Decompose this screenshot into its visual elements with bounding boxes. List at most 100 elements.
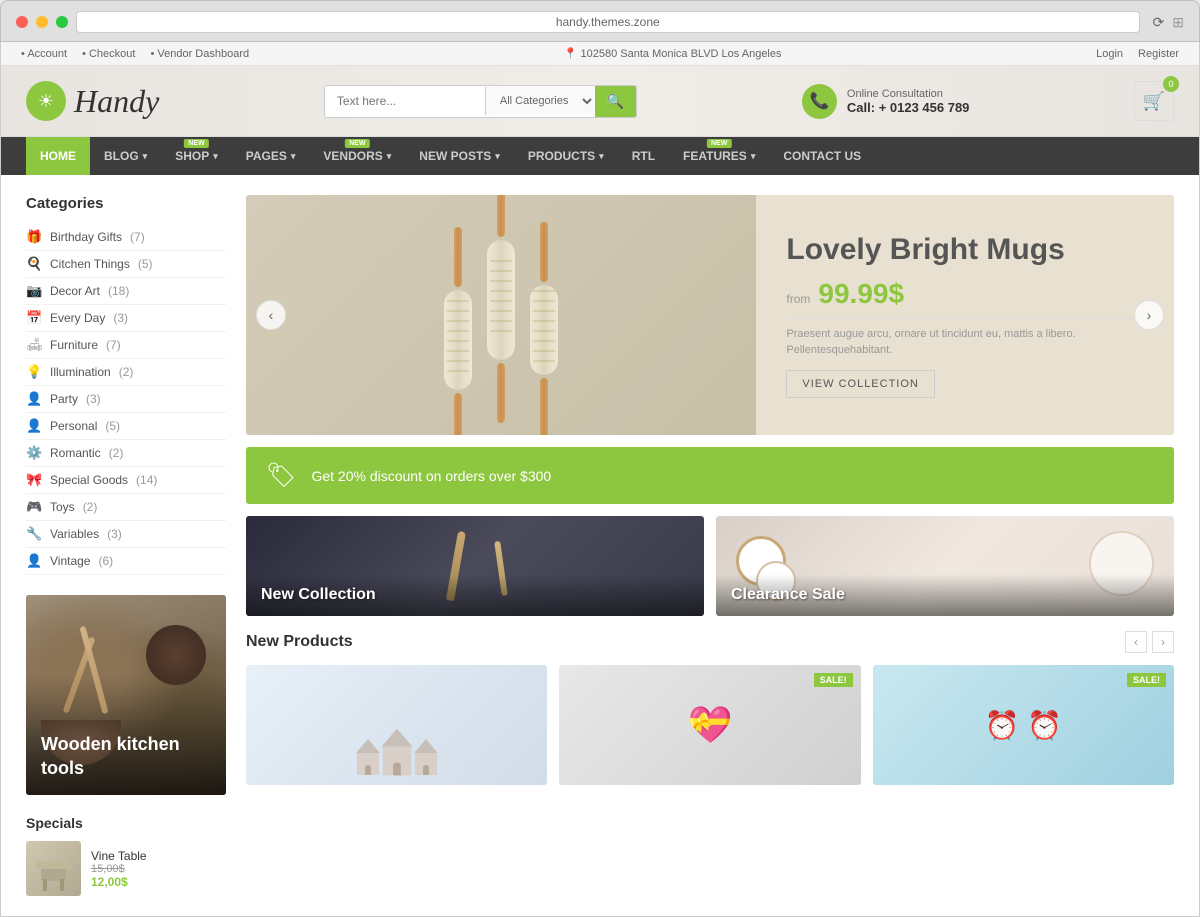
pin-body [487, 240, 515, 360]
chevron-down-icon: ▾ [599, 151, 604, 162]
sidebar: Categories 🎁 Birthday Gifts (7) 🍳 Citche… [26, 195, 226, 896]
category-furniture[interactable]: 🛋 Furniture (7) [26, 332, 226, 359]
nav-shop[interactable]: NEW SHOP ▾ [161, 137, 232, 175]
category-name: Vintage [50, 554, 90, 568]
nav-pages[interactable]: PAGES ▾ [232, 137, 310, 175]
product-card[interactable]: 💝 SALE! [559, 665, 860, 785]
register-link[interactable]: Register [1138, 48, 1179, 60]
house-illustration [246, 665, 547, 785]
category-name: Romantic [50, 446, 101, 460]
reload-button[interactable]: ⟳ [1153, 14, 1165, 31]
search-input[interactable] [325, 87, 485, 115]
nav-blog[interactable]: BLOG ▾ [90, 137, 161, 175]
nav-features-badge: NEW [707, 139, 731, 148]
main-content: Categories 🎁 Birthday Gifts (7) 🍳 Citche… [1, 175, 1199, 916]
toys-icon: 🎮 [26, 499, 42, 515]
account-link[interactable]: Account [21, 48, 67, 60]
sidebar-banner[interactable]: Wooden kitchen tools [26, 595, 226, 795]
expand-button[interactable]: ⊞ [1172, 14, 1184, 31]
decor-icon: 📷 [26, 283, 42, 299]
minimize-button[interactable] [36, 16, 48, 28]
category-kitchen-things[interactable]: 🍳 Citchen Things (5) [26, 251, 226, 278]
nav-newposts[interactable]: NEW POSTS ▾ [405, 137, 514, 175]
nav-products[interactable]: PRODUCTS ▾ [514, 137, 618, 175]
hero-price: 99.99$ [818, 278, 904, 310]
nav-features[interactable]: NEW FEATURES ▾ [669, 137, 769, 175]
main-nav: HOME BLOG ▾ NEW SHOP ▾ PAGES ▾ NEW VENDO… [1, 137, 1199, 175]
pin-pattern [533, 290, 555, 370]
nav-home[interactable]: HOME [26, 137, 90, 175]
house-door [423, 765, 429, 775]
hero-slider: Lovely Bright Mugs from 99.99$ Praesent … [246, 195, 1174, 435]
login-link[interactable]: Login [1096, 48, 1123, 60]
products-prev-button[interactable]: ‹ [1125, 631, 1147, 653]
promo-grid: New Collection Clearance Sale [246, 516, 1174, 616]
address-bar[interactable]: handy.themes.zone [76, 11, 1140, 33]
furniture-icon: 🛋 [26, 337, 42, 353]
logo[interactable]: ☀ Handy [26, 81, 159, 121]
nav-rtl-label: RTL [632, 149, 655, 163]
maximize-button[interactable] [56, 16, 68, 28]
category-every-day[interactable]: 📅 Every Day (3) [26, 305, 226, 332]
phone-section: 📞 Online Consultation Call: + 0123 456 7… [802, 84, 970, 119]
nav-shop-badge: NEW [184, 139, 208, 148]
new-collection-overlay: New Collection [246, 574, 704, 616]
cart-badge: 0 [1163, 76, 1179, 92]
category-party[interactable]: 👤 Party (3) [26, 386, 226, 413]
pin-handle [497, 195, 505, 237]
category-birthday-gifts[interactable]: 🎁 Birthday Gifts (7) [26, 224, 226, 251]
product-card[interactable]: ⏰ ⏰ SALE! [873, 665, 1174, 785]
close-button[interactable] [16, 16, 28, 28]
view-collection-button[interactable]: VIEW COLLECTION [786, 370, 934, 398]
nav-pages-label: PAGES [246, 149, 287, 163]
nav-contact[interactable]: CONTACT US [769, 137, 875, 175]
category-vintage[interactable]: 👤 Vintage (6) [26, 548, 226, 575]
product-image [246, 665, 547, 785]
category-romantic[interactable]: ⚙️ Romantic (2) [26, 440, 226, 467]
category-toys[interactable]: 🎮 Toys (2) [26, 494, 226, 521]
category-personal[interactable]: 👤 Personal (5) [26, 413, 226, 440]
table-illustration [26, 841, 81, 896]
house-3 [414, 739, 438, 775]
category-count: (14) [136, 473, 157, 487]
chevron-down-icon: ▾ [495, 151, 500, 162]
category-illumination[interactable]: 💡 Illumination (2) [26, 359, 226, 386]
category-special-goods[interactable]: 🎀 Special Goods (14) [26, 467, 226, 494]
new-collection-promo[interactable]: New Collection [246, 516, 704, 616]
products-next-button[interactable]: › [1152, 631, 1174, 653]
house-2 [381, 729, 412, 776]
pin-body [444, 290, 472, 390]
content-area: Lovely Bright Mugs from 99.99$ Praesent … [246, 195, 1174, 896]
checkout-link[interactable]: Checkout [82, 48, 135, 60]
phone-icon: 📞 [802, 84, 837, 119]
search-bar: All Categories 🔍 [324, 85, 637, 118]
category-count: (2) [83, 500, 98, 514]
nav-rtl[interactable]: RTL [618, 137, 669, 175]
illumination-icon: 💡 [26, 364, 42, 380]
rolling-pin-1 [444, 227, 472, 435]
kitchen-icon: 🍳 [26, 256, 42, 272]
product-image: ⏰ ⏰ SALE! [873, 665, 1174, 785]
nav-products-label: PRODUCTS [528, 149, 595, 163]
top-bar: Account Checkout Vendor Dashboard 102580… [1, 42, 1199, 66]
category-variables[interactable]: 🔧 Variables (3) [26, 521, 226, 548]
clock-illustration: ⏰ [984, 709, 1019, 742]
slider-prev-button[interactable]: ‹ [256, 300, 286, 330]
cart-button[interactable]: 🛒 0 [1134, 81, 1174, 121]
category-count: (5) [138, 257, 153, 271]
pin-handle [454, 227, 462, 287]
slider-next-button[interactable]: › [1134, 300, 1164, 330]
category-decor-art[interactable]: 📷 Decor Art (18) [26, 278, 226, 305]
category-select[interactable]: All Categories [485, 87, 595, 115]
house-body [357, 753, 379, 775]
category-count: (18) [108, 284, 129, 298]
romantic-icon: ⚙️ [26, 445, 42, 461]
tag-icon: 🏷 [266, 461, 296, 490]
nav-features-label: FEATURES [683, 149, 747, 163]
nav-vendors[interactable]: NEW VENDORS ▾ [309, 137, 405, 175]
product-card[interactable] [246, 665, 547, 785]
search-button[interactable]: 🔍 [595, 86, 636, 117]
vendor-link[interactable]: Vendor Dashboard [150, 48, 249, 60]
clearance-promo[interactable]: Clearance Sale [716, 516, 1174, 616]
special-item[interactable]: Vine Table 15,00$ 12,00$ [26, 841, 226, 896]
